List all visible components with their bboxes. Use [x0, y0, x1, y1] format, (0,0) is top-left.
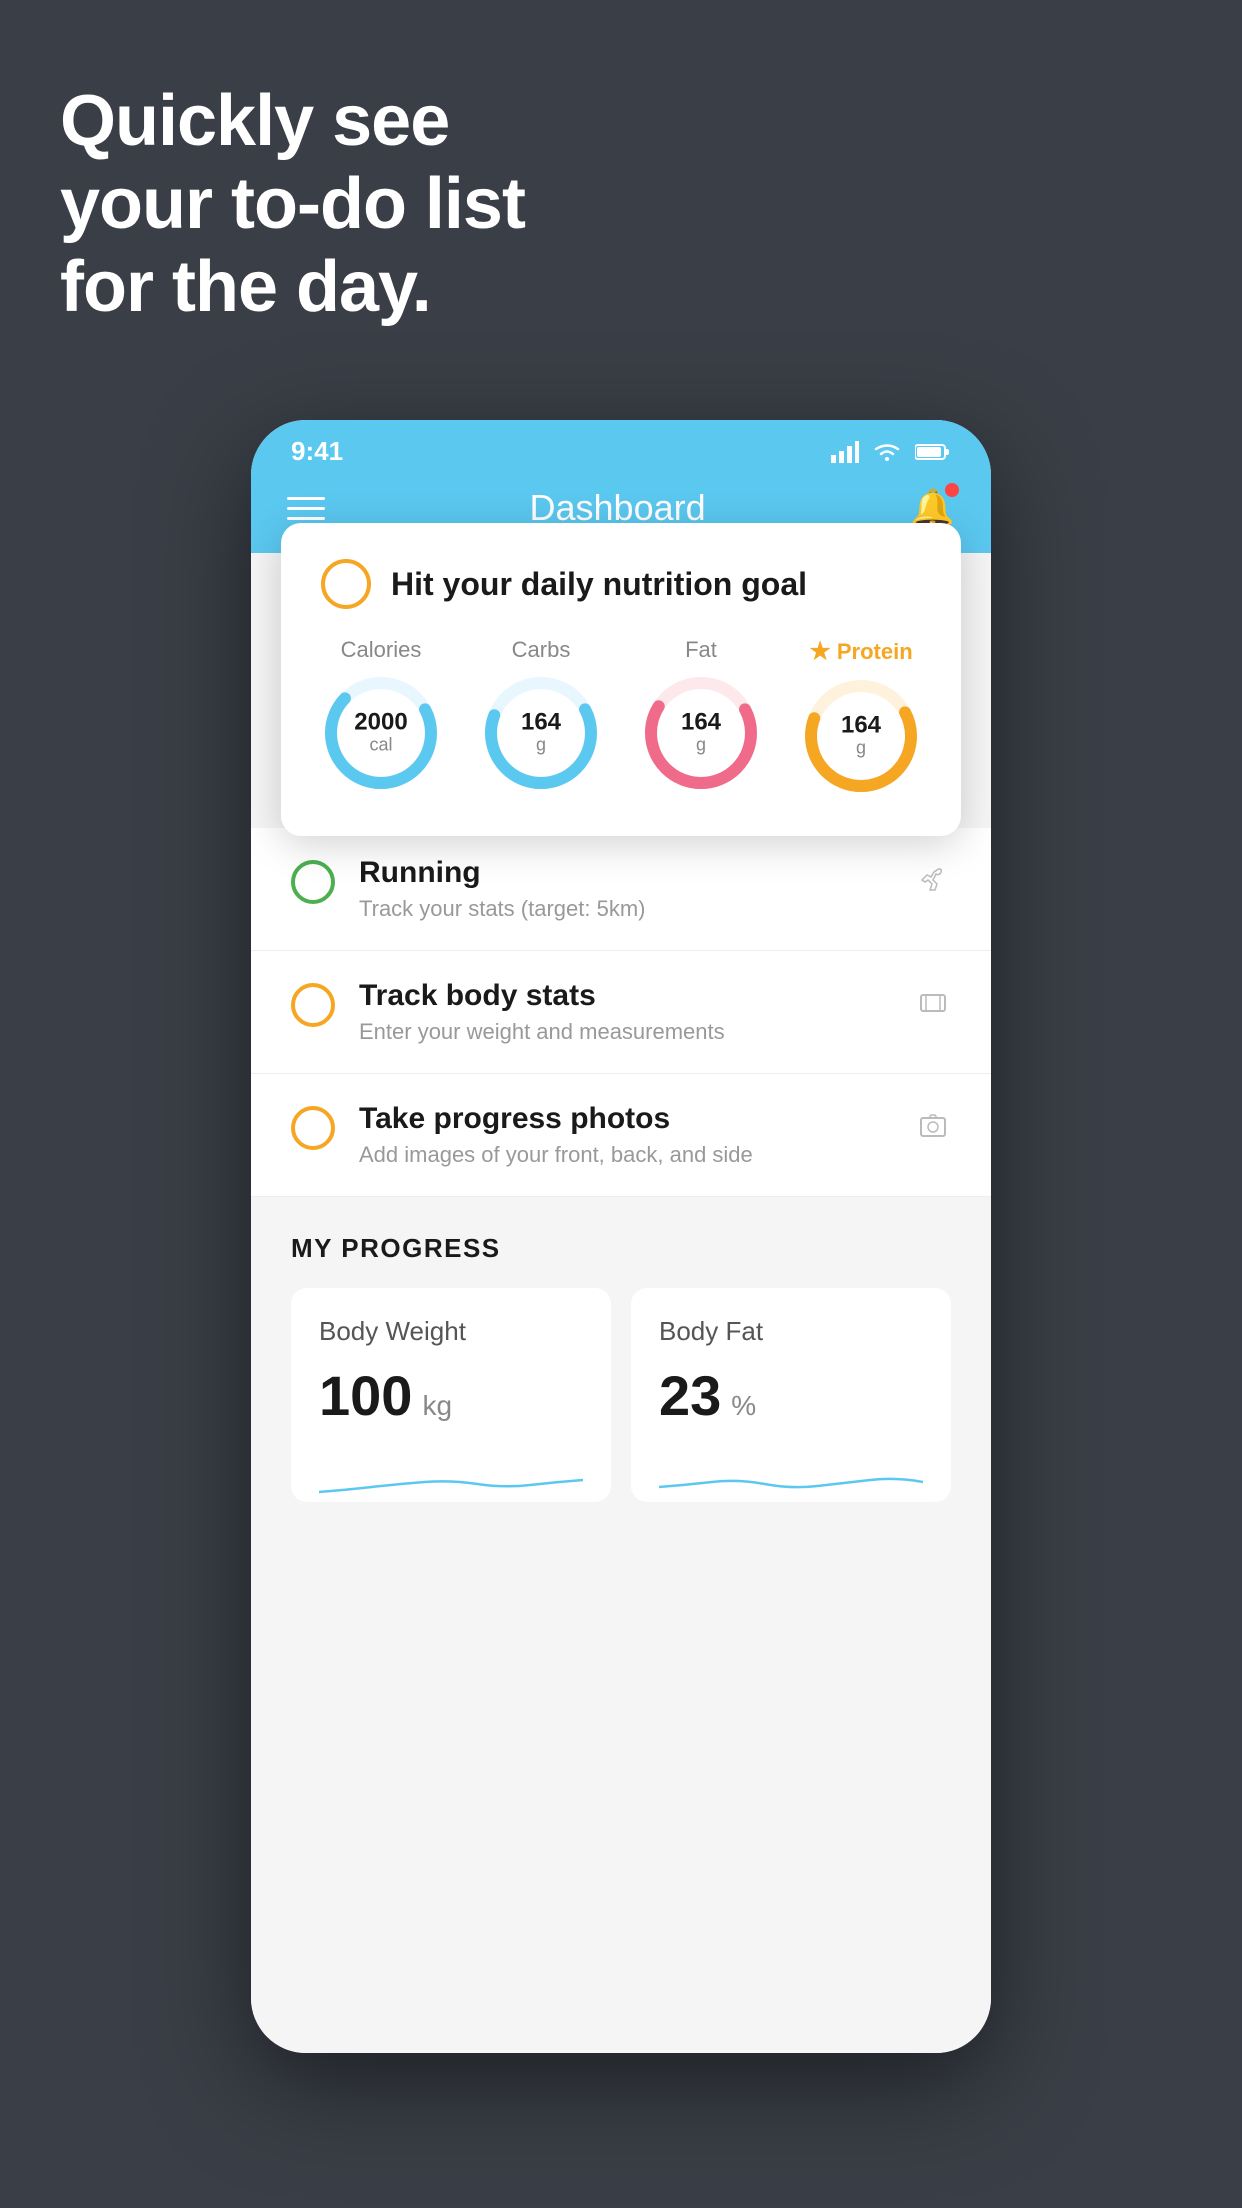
battery-icon	[915, 443, 951, 461]
notification-dot	[945, 483, 959, 497]
body-fat-value: 23	[659, 1363, 721, 1428]
body-stats-text: Track body stats Enter your weight and m…	[359, 979, 891, 1045]
app-content: THINGS TO DO TODAY Hit your daily nutrit…	[251, 553, 991, 2053]
status-time: 9:41	[291, 436, 343, 467]
body-fat-chart	[659, 1452, 923, 1502]
todo-check-circle[interactable]	[321, 559, 371, 609]
status-icons	[831, 441, 951, 463]
progress-title: MY PROGRESS	[291, 1233, 951, 1264]
body-weight-chart	[319, 1452, 583, 1502]
calories-donut: 2000 cal	[321, 673, 441, 793]
running-title: Running	[359, 856, 891, 890]
calories-label: Calories	[341, 637, 422, 663]
todo-item-running[interactable]: Running Track your stats (target: 5km)	[251, 828, 991, 951]
progress-section: MY PROGRESS Body Weight 100 kg	[251, 1197, 991, 1526]
wifi-icon	[873, 441, 901, 463]
nutrition-carbs: Carbs 164 g	[481, 637, 601, 793]
body-fat-unit: %	[731, 1390, 756, 1422]
body-weight-value-row: 100 kg	[319, 1363, 583, 1428]
progress-cards: Body Weight 100 kg Body Fat 23	[291, 1288, 951, 1502]
signal-icon	[831, 441, 859, 463]
body-weight-unit: kg	[422, 1390, 452, 1422]
protein-label: ★Protein	[809, 637, 912, 666]
protein-donut: 164 g	[801, 676, 921, 796]
body-weight-card: Body Weight 100 kg	[291, 1288, 611, 1502]
todo-item-body-stats[interactable]: Track body stats Enter your weight and m…	[251, 951, 991, 1074]
running-text: Running Track your stats (target: 5km)	[359, 856, 891, 922]
body-fat-card: Body Fat 23 %	[631, 1288, 951, 1502]
fat-label: Fat	[685, 637, 717, 663]
photos-text: Take progress photos Add images of your …	[359, 1102, 891, 1168]
body-weight-card-title: Body Weight	[319, 1316, 583, 1347]
photos-icon	[915, 1108, 951, 1152]
nutrition-protein: ★Protein 164 g	[801, 637, 921, 796]
phone-mockup: 9:41 D	[251, 420, 991, 2053]
body-stats-subtitle: Enter your weight and measurements	[359, 1019, 891, 1045]
photos-title: Take progress photos	[359, 1102, 891, 1136]
todo-list: Running Track your stats (target: 5km) T…	[251, 828, 991, 1197]
nutrition-calories: Calories 2000 cal	[321, 637, 441, 793]
running-icon	[915, 862, 951, 906]
running-circle	[291, 860, 335, 904]
carbs-donut: 164 g	[481, 673, 601, 793]
running-subtitle: Track your stats (target: 5km)	[359, 896, 891, 922]
fat-donut: 164 g	[641, 673, 761, 793]
nutrition-card: Hit your daily nutrition goal Calories 2…	[281, 523, 961, 836]
status-bar: 9:41	[251, 420, 991, 475]
nutrition-fat: Fat 164 g	[641, 637, 761, 793]
body-stats-icon	[915, 985, 951, 1029]
body-stats-title: Track body stats	[359, 979, 891, 1013]
photos-circle	[291, 1106, 335, 1150]
body-fat-value-row: 23 %	[659, 1363, 923, 1428]
hero-text: Quickly see your to-do list for the day.	[60, 80, 525, 328]
carbs-label: Carbs	[512, 637, 571, 663]
body-weight-value: 100	[319, 1363, 412, 1428]
body-fat-card-title: Body Fat	[659, 1316, 923, 1347]
star-icon: ★	[809, 637, 831, 666]
hamburger-menu[interactable]	[287, 497, 325, 520]
body-stats-circle	[291, 983, 335, 1027]
todo-item-photos[interactable]: Take progress photos Add images of your …	[251, 1074, 991, 1197]
photos-subtitle: Add images of your front, back, and side	[359, 1142, 891, 1168]
card-title: Hit your daily nutrition goal	[391, 566, 807, 603]
card-title-row: Hit your daily nutrition goal	[321, 559, 921, 609]
nutrition-circles: Calories 2000 cal Carbs	[321, 637, 921, 796]
